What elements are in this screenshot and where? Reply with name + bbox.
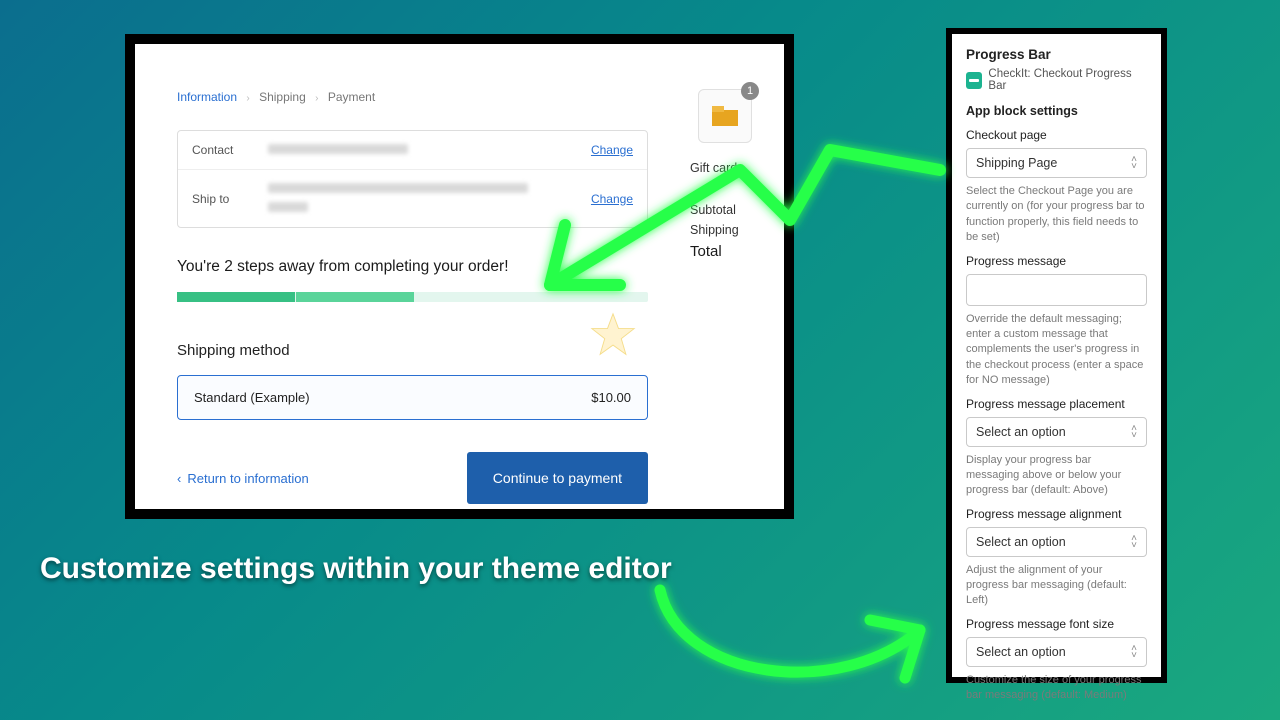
placement-label: Progress message placement [966, 397, 1147, 411]
checkout-page-help: Select the Checkout Page you are current… [966, 184, 1147, 246]
checkout-page-label: Checkout page [966, 128, 1147, 142]
shipping-method-header: Shipping method [177, 342, 648, 359]
fontsize-value: Select an option [976, 645, 1066, 659]
checkout-page-select[interactable]: Shipping Page ˄˅ [966, 148, 1147, 178]
alignment-help: Adjust the alignment of your progress ba… [966, 563, 1147, 609]
summary-contact-label: Contact [192, 143, 268, 157]
breadcrumb: Information › Shipping › Payment [177, 90, 648, 104]
return-link-label: Return to information [187, 471, 308, 486]
chevron-right-icon: › [315, 93, 318, 104]
alignment-value: Select an option [976, 535, 1066, 549]
crumb-information[interactable]: Information [177, 90, 237, 104]
total-label: Total [690, 243, 784, 260]
select-icon: ˄˅ [1131, 425, 1137, 439]
app-identifier: CheckIt: Checkout Progress Bar [966, 68, 1147, 92]
summary-shipto-label: Ship to [192, 192, 268, 206]
progress-segment-1 [177, 292, 295, 302]
progress-segment-2 [296, 292, 414, 302]
summary-row-shipto: Ship to Change [178, 169, 647, 227]
shipping-option-price: $10.00 [591, 390, 631, 405]
placement-help: Display your progress bar messaging abov… [966, 453, 1147, 499]
checkout-main-column: Information › Shipping › Payment Contact… [135, 44, 690, 509]
continue-to-payment-button[interactable]: Continue to payment [467, 452, 648, 504]
select-icon: ˄˅ [1131, 156, 1137, 170]
gift-card-label[interactable]: Gift card [690, 161, 784, 175]
checkout-order-summary: 1 Gift card Subtotal Shipping Total [690, 44, 784, 509]
select-icon: ˄˅ [1131, 645, 1137, 659]
summary-contact-value [268, 143, 591, 157]
crumb-shipping[interactable]: Shipping [259, 90, 306, 104]
chevron-left-icon: ‹ [177, 471, 181, 486]
app-icon [966, 72, 982, 89]
crumb-payment[interactable]: Payment [328, 90, 375, 104]
shipping-option[interactable]: Standard (Example) $10.00 [177, 375, 648, 420]
summary-shipto-value [268, 182, 591, 215]
settings-panel-title: Progress Bar [966, 47, 1147, 62]
alignment-label: Progress message alignment [966, 507, 1147, 521]
return-to-information-link[interactable]: ‹ Return to information [177, 471, 309, 486]
progress-message-input[interactable] [966, 274, 1147, 306]
subtotal-label: Subtotal [690, 203, 784, 217]
checkout-footer: ‹ Return to information Continue to paym… [177, 452, 648, 504]
settings-section-header: App block settings [966, 104, 1147, 118]
shipping-option-name: Standard (Example) [194, 390, 310, 405]
folder-icon [712, 106, 738, 126]
settings-panel: Progress Bar CheckIt: Checkout Progress … [946, 28, 1167, 683]
chevron-right-icon: › [246, 93, 249, 104]
change-contact-link[interactable]: Change [591, 143, 633, 157]
summary-row-contact: Contact Change [178, 131, 647, 169]
placement-value: Select an option [976, 425, 1066, 439]
shipping-label: Shipping [690, 223, 784, 237]
app-name: CheckIt: Checkout Progress Bar [988, 68, 1147, 92]
summary-box: Contact Change Ship to Change [177, 130, 648, 228]
fontsize-select[interactable]: Select an option ˄˅ [966, 637, 1147, 667]
cart-count-badge: 1 [741, 82, 759, 100]
fontsize-help: Customize the size of your progress bar … [966, 673, 1147, 704]
product-thumbnail: 1 [698, 89, 752, 143]
select-icon: ˄˅ [1131, 535, 1137, 549]
change-shipto-link[interactable]: Change [591, 192, 633, 206]
progress-message-help: Override the default messaging; enter a … [966, 312, 1147, 389]
alignment-select[interactable]: Select an option ˄˅ [966, 527, 1147, 557]
fontsize-label: Progress message font size [966, 617, 1147, 631]
checkout-window: Information › Shipping › Payment Contact… [125, 34, 794, 519]
arrow-annotation-2 [640, 560, 970, 710]
checkout-page-value: Shipping Page [976, 156, 1057, 170]
marketing-tagline: Customize settings within your theme edi… [40, 552, 672, 586]
progress-message-label: Progress message [966, 254, 1147, 268]
placement-select[interactable]: Select an option ˄˅ [966, 417, 1147, 447]
progress-message: You're 2 steps away from completing your… [177, 258, 648, 276]
progress-bar [177, 292, 648, 302]
